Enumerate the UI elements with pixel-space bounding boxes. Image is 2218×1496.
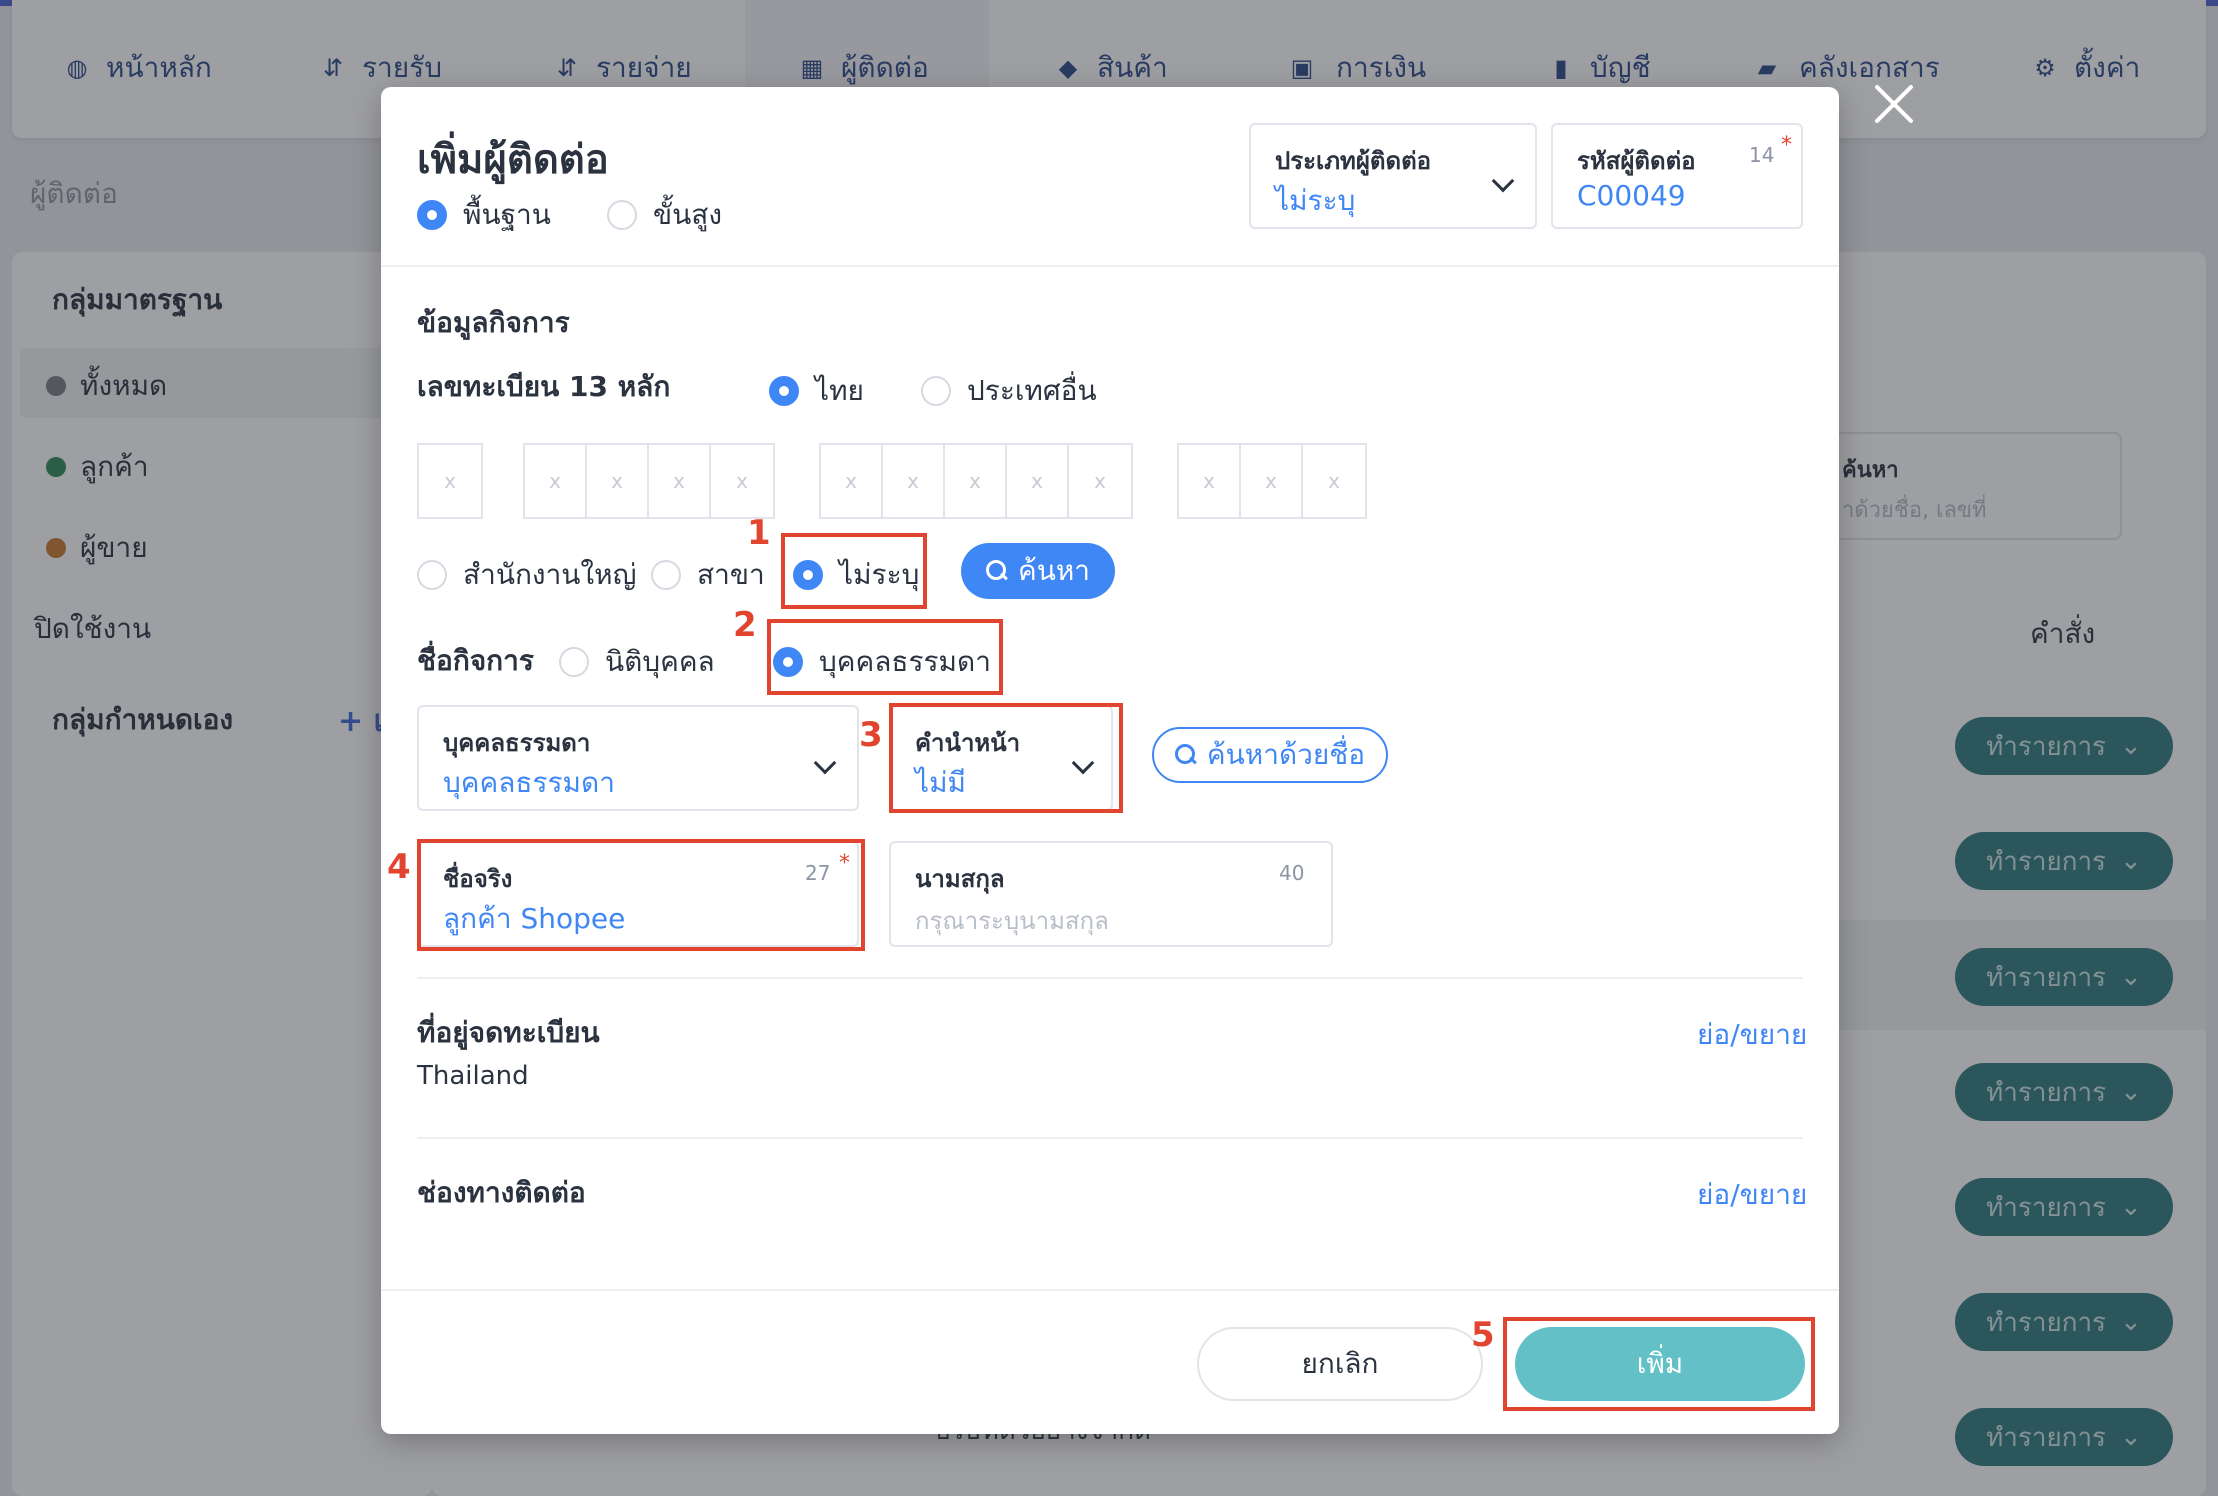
field-label: ประเภทผู้ติดต่อ — [1275, 147, 1432, 175]
contact-channel-expand-link[interactable]: ย่อ/ขยาย — [1697, 1173, 1807, 1217]
business-section-title: ข้อมูลกิจการ — [417, 306, 570, 339]
tax-id-group-3: x x x x x — [819, 443, 1133, 519]
contact-code-field[interactable]: รหัสผู้ติดต่อ C00049 14 * — [1551, 123, 1803, 229]
tax-digit-input[interactable]: x — [1007, 445, 1069, 517]
button-label: ค้นหา — [1017, 554, 1091, 587]
cancel-button[interactable]: ยกเลิก — [1197, 1327, 1483, 1401]
tax-digit-input[interactable]: x — [1179, 445, 1241, 517]
tax-digit-input[interactable]: x — [821, 445, 883, 517]
annotation-number-5: 5 — [1471, 1315, 1495, 1355]
search-icon — [985, 560, 1008, 582]
tax-id-group-1: x — [417, 443, 483, 519]
close-icon[interactable] — [1872, 82, 1916, 126]
tax-digit-input[interactable]: x — [587, 445, 649, 517]
radio-checked-icon — [769, 376, 799, 406]
contact-channel-section-title: ช่องทางติดต่อ — [417, 1176, 586, 1209]
last-name-field[interactable]: นามสกุล กรุณาระบุนามสกุล 40 — [889, 841, 1333, 947]
branch-head-radio[interactable]: สำนักงานใหญ่ — [417, 553, 636, 597]
annotation-number-2: 2 — [733, 605, 757, 645]
radio-label: นิติบุคคล — [605, 645, 715, 678]
chevron-down-icon — [813, 751, 837, 775]
tax-digit-input[interactable]: x — [525, 445, 587, 517]
search-by-name-button[interactable]: ค้นหาด้วยชื่อ — [1152, 727, 1388, 783]
contact-type-select[interactable]: ประเภทผู้ติดต่อ ไม่ระบุ — [1249, 123, 1537, 229]
tax-search-button[interactable]: ค้นหา — [961, 543, 1115, 599]
radio-checked-icon — [417, 200, 447, 230]
section-divider — [417, 1137, 1803, 1139]
annotation-box-4 — [417, 839, 865, 951]
field-label: รหัสผู้ติดต่อ — [1577, 147, 1696, 175]
radio-unchecked-icon — [559, 647, 589, 677]
entity-juristic-radio[interactable]: นิติบุคคล — [559, 640, 715, 684]
radio-label: สำนักงานใหญ่ — [463, 558, 637, 591]
tax-digit-input[interactable]: x — [1241, 445, 1303, 517]
mode-advanced-radio[interactable]: ขั้นสูง — [607, 193, 722, 237]
radio-label: ขั้นสูง — [653, 198, 723, 231]
add-contact-modal: เพิ่มผู้ติดต่อ พื้นฐาน ขั้นสูง ประเภทผู้… — [381, 87, 1839, 1434]
button-label: ค้นหาด้วยชื่อ — [1206, 738, 1366, 771]
tax-digit-input[interactable]: x — [1303, 445, 1365, 517]
tax-digit-input[interactable]: x — [883, 445, 945, 517]
radio-unchecked-icon — [921, 376, 951, 406]
annotation-box-1 — [781, 533, 927, 609]
person-type-select[interactable]: บุคคลธรรมดา บุคคลธรรมดา — [417, 705, 859, 811]
address-section-title: ที่อยู่จดทะเบียน — [417, 1016, 600, 1049]
country-thai-radio[interactable]: ไทย — [769, 369, 864, 413]
field-value: C00049 — [1577, 179, 1686, 212]
tax-digit-input[interactable]: x — [711, 445, 773, 517]
radio-label: ไทย — [815, 374, 864, 407]
radio-unchecked-icon — [417, 560, 447, 590]
mode-basic-radio[interactable]: พื้นฐาน — [417, 193, 551, 237]
annotation-box-2 — [767, 619, 1003, 695]
radio-unchecked-icon — [607, 200, 637, 230]
country-other-radio[interactable]: ประเทศอื่น — [921, 369, 1097, 413]
section-divider — [417, 977, 1803, 979]
business-name-label: ชื่อกิจการ — [417, 644, 534, 677]
footer-divider — [381, 1289, 1839, 1291]
chevron-down-icon — [1491, 169, 1515, 193]
address-expand-link[interactable]: ย่อ/ขยาย — [1697, 1013, 1807, 1057]
field-label: บุคคลธรรมดา — [443, 729, 591, 757]
tax-id-label: เลขทะเบียน 13 หลัก — [417, 370, 671, 403]
field-value: บุคคลธรรมดา — [443, 766, 615, 799]
tax-id-group-2: x x x x — [523, 443, 775, 519]
radio-label: พื้นฐาน — [463, 198, 551, 231]
radio-label: ประเทศอื่น — [967, 374, 1097, 407]
search-icon — [1174, 744, 1197, 766]
tax-digit-input[interactable]: x — [649, 445, 711, 517]
tax-digit-input[interactable]: x — [419, 445, 481, 517]
tax-id-group-4: x x x — [1177, 443, 1367, 519]
radio-unchecked-icon — [651, 560, 681, 590]
address-value: Thailand — [417, 1061, 529, 1091]
field-placeholder: กรุณาระบุนามสกุล — [915, 907, 1109, 935]
header-divider — [381, 265, 1839, 267]
char-count: 40 — [1279, 861, 1305, 885]
annotation-box-3 — [889, 703, 1123, 813]
annotation-box-5 — [1503, 1317, 1815, 1411]
annotation-number-4: 4 — [387, 847, 411, 887]
tax-digit-input[interactable]: x — [945, 445, 1007, 517]
radio-label: สาขา — [697, 558, 765, 591]
required-marker: * — [1781, 133, 1792, 158]
char-count: 14 — [1749, 143, 1775, 167]
field-label: นามสกุล — [915, 865, 1005, 893]
branch-branch-radio[interactable]: สาขา — [651, 553, 765, 597]
tax-digit-input[interactable]: x — [1069, 445, 1131, 517]
annotation-number-1: 1 — [747, 513, 771, 553]
modal-title: เพิ่มผู้ติดต่อ — [417, 137, 609, 183]
annotation-number-3: 3 — [859, 715, 883, 755]
field-value: ไม่ระบุ — [1275, 184, 1356, 217]
